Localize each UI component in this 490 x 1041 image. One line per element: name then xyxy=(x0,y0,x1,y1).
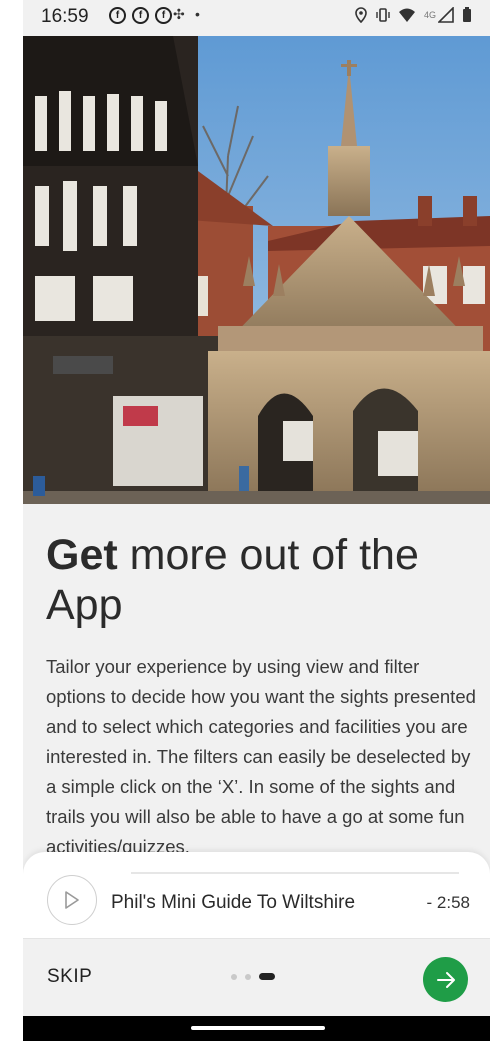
page-indicator xyxy=(231,973,275,980)
notification-icons: f f f xyxy=(109,7,172,24)
track-progress[interactable] xyxy=(131,872,459,874)
network-label: 4G xyxy=(423,10,436,20)
hero-image xyxy=(23,36,490,504)
notification-icon: f xyxy=(109,7,126,24)
wifi-icon xyxy=(398,8,415,22)
system-icons: 4G xyxy=(354,7,472,23)
next-button[interactable] xyxy=(423,957,468,1002)
skip-button[interactable]: SKIP xyxy=(47,966,92,988)
fan-icon: ✣ xyxy=(173,6,185,22)
phone-screen: 16:59 f f f ✣ • 4G Get more out of the A… xyxy=(23,0,490,1041)
vibrate-icon xyxy=(376,8,390,22)
play-icon xyxy=(65,891,79,909)
arrow-right-icon xyxy=(436,971,455,988)
body-text: Tailor your experience by using view and… xyxy=(46,656,476,857)
status-time: 16:59 xyxy=(41,6,89,27)
play-button[interactable] xyxy=(47,875,97,925)
location-icon xyxy=(355,7,367,23)
page-dot[interactable] xyxy=(231,973,237,980)
page-title: Get more out of the App xyxy=(46,530,476,630)
home-indicator[interactable] xyxy=(191,1026,325,1030)
dot-icon: • xyxy=(195,6,200,22)
onboarding-content: Get more out of the App xyxy=(46,530,476,630)
battery-icon xyxy=(463,7,471,22)
status-bar: 16:59 f f f ✣ • 4G xyxy=(23,0,490,36)
onboarding-nav: SKIP xyxy=(23,938,490,1017)
body-text-container: Tailor your experience by using view and… xyxy=(46,652,481,866)
page-dot-active[interactable] xyxy=(259,973,275,980)
page-dot[interactable] xyxy=(245,973,251,980)
notification-icon: f xyxy=(155,7,172,24)
system-nav-bar xyxy=(23,1016,490,1041)
headline-bold: Get xyxy=(46,531,118,579)
signal-icon xyxy=(438,7,454,23)
notification-icon: f xyxy=(132,7,149,24)
track-title: Phil's Mini Guide To Wiltshire xyxy=(111,892,356,913)
mini-player[interactable]: Phil's Mini Guide To Wiltshire - 2:58 xyxy=(23,852,490,938)
track-time-remaining: - 2:58 xyxy=(426,893,470,912)
